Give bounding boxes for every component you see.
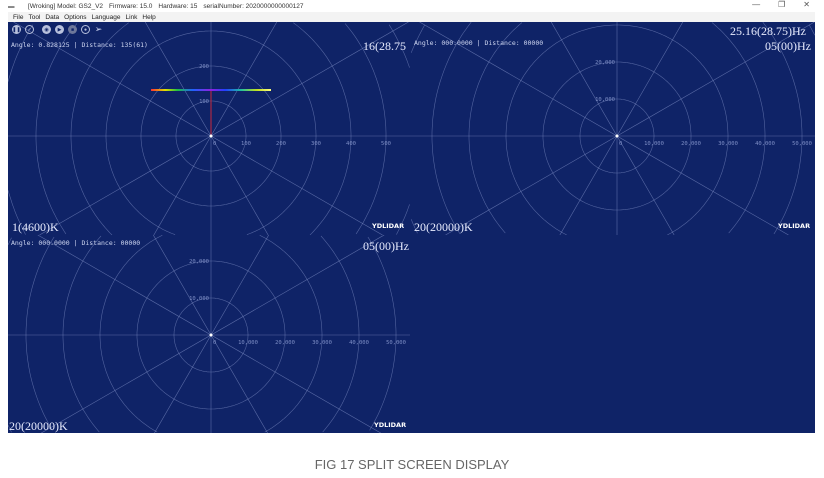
target-icon[interactable]: ● <box>81 25 90 34</box>
record-icon[interactable]: ◉ <box>42 25 51 34</box>
menu-link[interactable]: Link <box>125 14 137 21</box>
y-tick-label: 200 <box>199 64 209 70</box>
angle-spoke <box>37 235 381 433</box>
y-tick-label: 10,000 <box>595 97 615 103</box>
origin-point <box>209 134 213 138</box>
polar-grid: 0 10,000 20,000 30,000 40,000 50,000 10,000 20,… <box>410 22 815 235</box>
menu-options[interactable]: Options <box>64 14 86 21</box>
angle-spoke <box>144 22 269 235</box>
polar-grid: 0 10,000 20,000 30,000 40,000 50,000 10,000 20,… <box>8 235 410 433</box>
frequency-readout: 16(28.75 <box>363 39 406 53</box>
origin-point <box>615 134 619 138</box>
figure-caption: FIG 17 SPLIT SCREEN DISPLAY <box>314 457 510 472</box>
x-tick-label: 30,000 <box>718 141 738 147</box>
menu-file[interactable]: File <box>13 14 23 21</box>
toolbar: ❚❚ ✓ ◉ ▶ ■ ● ➢ <box>12 24 103 34</box>
polar-grid: 0 100 200 300 400 500 100 200 <box>8 22 410 235</box>
angle-spoke <box>153 22 278 235</box>
kelvin-readout: 20(20000)K <box>9 419 68 433</box>
menu-data[interactable]: Data <box>45 14 59 21</box>
x-tick-label: 300 <box>311 141 321 147</box>
stop-icon[interactable]: ■ <box>68 25 77 34</box>
pause-icon[interactable]: ❚❚ <box>12 25 21 34</box>
y-tick-label: 20,000 <box>595 60 615 66</box>
close-button[interactable]: ✕ <box>803 0 810 9</box>
angle-spoke <box>13 22 383 235</box>
title-serial: serialNumber: 2020000000000127 <box>203 2 304 10</box>
app-icon: ▬ <box>8 2 15 10</box>
title-bar: ▬ [Wroking] Model: GS2_V2 Firmware: 15.0… <box>8 0 815 12</box>
x-tick-label: 30,000 <box>312 340 332 346</box>
x-tick-label: 40,000 <box>349 340 369 346</box>
ydlidar-logo: YDLIDAR <box>374 421 407 429</box>
x-tick-label: 500 <box>381 141 391 147</box>
x-tick-label: 0 <box>213 141 216 147</box>
minimize-button[interactable]: — <box>752 0 760 9</box>
ydlidar-logo: YDLIDAR <box>372 222 405 230</box>
x-tick-label: 10,000 <box>238 340 258 346</box>
lidar-view-tr[interactable]: 0 10,000 20,000 30,000 40,000 50,000 10,000 20,… <box>410 22 815 235</box>
angle-spoke <box>445 22 815 235</box>
angle-distance-readout: Angle: 000.0000 | Distance: 00000 <box>414 39 544 47</box>
x-tick-label: 20,000 <box>275 340 295 346</box>
lidar-view-bl[interactable]: 0 10,000 20,000 30,000 40,000 50,000 10,000 20,… <box>8 235 410 433</box>
x-tick-label: 50,000 <box>792 141 812 147</box>
x-tick-label: 40,000 <box>755 141 775 147</box>
angle-distance-readout: Angle: 000.0000 | Distance: 00000 <box>11 239 141 247</box>
play-icon[interactable]: ▶ <box>55 25 64 34</box>
angle-distance-readout: Angle: 0.828125 | Distance: 135(61) <box>11 41 148 49</box>
x-tick-label: 20,000 <box>681 141 701 147</box>
ydlidar-logo: YDLIDAR <box>778 222 811 230</box>
frequency-readout-secondary: 05(00)Hz <box>765 39 811 53</box>
maximize-button[interactable]: ❐ <box>778 0 785 9</box>
menu-help[interactable]: Help <box>142 14 155 21</box>
menu-bar: File Tool Data Options Language Link Hel… <box>8 12 815 22</box>
check-icon[interactable]: ✓ <box>25 25 34 34</box>
lidar-view-tl[interactable]: 0 100 200 300 400 500 100 200 Angle: 0.828125 | … <box>8 22 410 235</box>
x-tick-label: 0 <box>213 340 216 346</box>
angle-spoke <box>41 235 385 433</box>
angle-spoke <box>39 22 409 235</box>
frequency-readout: 25.16(28.75)Hz <box>730 24 806 38</box>
x-tick-label: 0 <box>619 141 622 147</box>
menu-tool[interactable]: Tool <box>28 14 40 21</box>
kelvin-readout: 1(4600)K <box>12 220 59 234</box>
kelvin-readout: 20(20000)K <box>414 220 473 234</box>
title-model: [Wroking] Model: GS2_V2 <box>28 2 104 10</box>
x-tick-label: 200 <box>276 141 286 147</box>
y-tick-label: 10,000 <box>189 296 209 302</box>
title-firmware: Firmware: 15.0 <box>109 2 153 10</box>
angle-spoke <box>550 22 675 235</box>
y-tick-label: 100 <box>199 99 209 105</box>
split-screen-canvas: 0 100 200 300 400 500 100 200 Angle: 0.828125 | … <box>8 22 815 433</box>
scan-point-cloud <box>151 89 271 91</box>
x-tick-label: 50,000 <box>386 340 406 346</box>
origin-point <box>209 333 213 337</box>
send-icon[interactable]: ➢ <box>94 24 103 34</box>
angle-spoke <box>419 22 789 235</box>
x-tick-label: 10,000 <box>644 141 664 147</box>
menu-language[interactable]: Language <box>92 14 121 21</box>
angle-spoke <box>559 22 684 235</box>
title-hardware: Hardware: 15 <box>158 2 198 10</box>
x-tick-label: 400 <box>346 141 356 147</box>
y-tick-label: 20,000 <box>189 259 209 265</box>
x-tick-label: 100 <box>241 141 251 147</box>
frequency-readout: 05(00)Hz <box>363 239 409 253</box>
